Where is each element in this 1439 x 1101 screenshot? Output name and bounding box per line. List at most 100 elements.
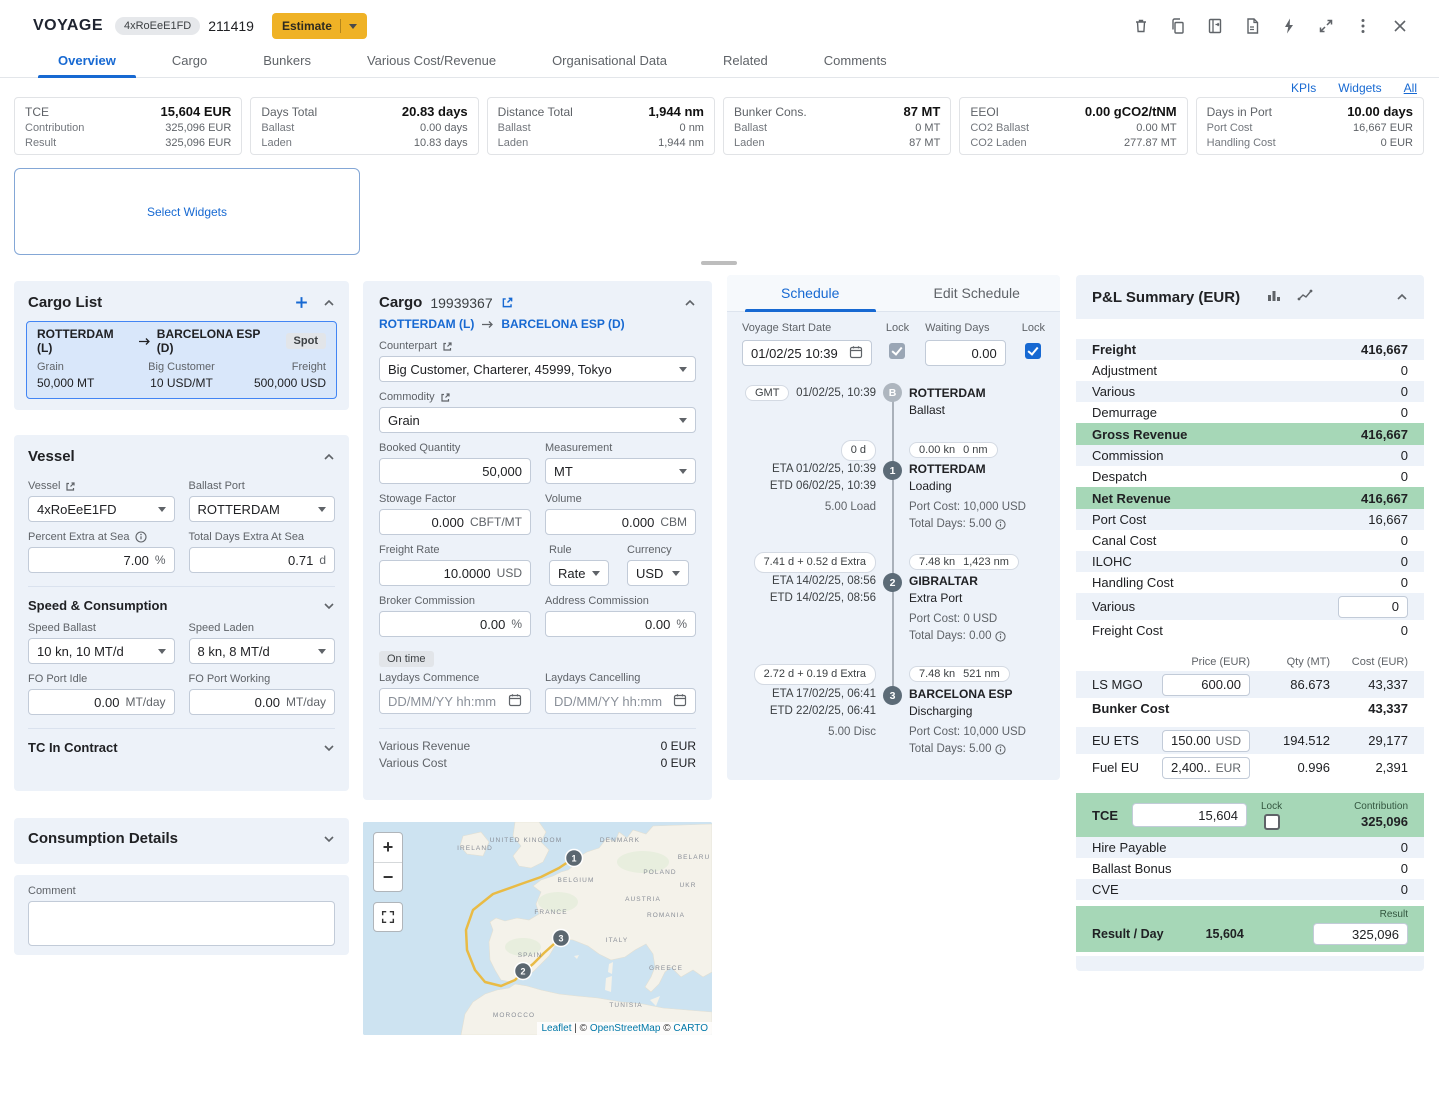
expand-icon[interactable] — [1315, 15, 1337, 37]
tab-overview[interactable]: Overview — [30, 53, 144, 77]
map-label: UNITED KINGDOM — [490, 837, 562, 844]
comment-input[interactable] — [28, 901, 335, 946]
collapse-pnl-icon[interactable] — [1396, 293, 1408, 301]
freight-rate-input[interactable] — [388, 566, 491, 581]
carto-link[interactable]: CARTO — [673, 1023, 708, 1034]
waiting-days-input[interactable] — [934, 346, 997, 361]
speed-laden-select[interactable]: 8 kn, 8 MT/d — [189, 638, 336, 664]
route-map[interactable]: UNITED KINGDOM IRELAND DENMARK BELGIUM P… — [363, 822, 712, 1035]
select-widgets-link[interactable]: Select Widgets — [147, 205, 227, 219]
map-label: DENMARK — [600, 837, 640, 844]
laydays-cancelling-input[interactable] — [554, 694, 673, 709]
measurement-select[interactable]: MT — [545, 458, 696, 484]
voyage-start-date-input[interactable] — [751, 346, 849, 361]
timeline-node-3[interactable]: 3 — [883, 686, 902, 705]
broker-commission-input[interactable] — [388, 617, 505, 632]
percent-extra-input[interactable] — [37, 553, 149, 568]
filter-kpis[interactable]: KPIs — [1291, 81, 1316, 95]
open-cargo-icon[interactable] — [501, 296, 514, 309]
expand-tc-in-contract-icon[interactable] — [323, 744, 335, 752]
info-icon[interactable] — [995, 744, 1006, 755]
tab-various-cost-revenue[interactable]: Various Cost/Revenue — [339, 53, 524, 77]
pnl-various-input[interactable] — [1347, 599, 1399, 614]
info-icon[interactable] — [995, 631, 1006, 642]
tab-related[interactable]: Related — [695, 53, 796, 77]
speed-ballast-select[interactable]: 10 kn, 10 MT/d — [28, 638, 175, 664]
fuel-eu-price-input[interactable] — [1171, 760, 1210, 775]
waiting-days-lock-checkbox[interactable] — [1025, 343, 1041, 359]
calendar-icon[interactable] — [673, 693, 687, 710]
map-marker-2[interactable]: 2 — [515, 963, 532, 980]
stowage-factor-input[interactable] — [388, 515, 464, 530]
timeline-node-1[interactable]: 1 — [883, 461, 902, 480]
expand-speed-consumption-icon[interactable] — [323, 602, 335, 610]
address-commission-input[interactable] — [554, 617, 670, 632]
start-date-lock-checkbox[interactable] — [889, 343, 905, 359]
fo-port-working-input[interactable] — [198, 695, 280, 710]
lightning-icon[interactable] — [1278, 15, 1300, 37]
tab-cargo[interactable]: Cargo — [144, 53, 235, 77]
zoom-in-button[interactable]: + — [374, 833, 402, 862]
ballast-port-select[interactable]: ROTTERDAM — [189, 496, 336, 522]
timeline-node-2[interactable]: 2 — [883, 573, 902, 592]
map-label: IRELAND — [457, 845, 493, 852]
cargo-list-item[interactable]: ROTTERDAM (L) BARCELONA ESP (D) Spot Gra… — [26, 321, 337, 399]
eu-ets-price-input[interactable] — [1171, 733, 1210, 748]
more-icon[interactable] — [1352, 15, 1374, 37]
laydays-commence-input[interactable] — [388, 694, 508, 709]
waterfall-chart-icon[interactable] — [1297, 287, 1313, 308]
tce-lock-checkbox[interactable] — [1264, 814, 1280, 830]
estimate-button[interactable]: Estimate — [272, 13, 367, 39]
leaflet-link[interactable]: Leaflet — [541, 1023, 571, 1034]
external-link-icon[interactable] — [442, 341, 453, 352]
copy-icon[interactable] — [1167, 15, 1189, 37]
bar-chart-icon[interactable] — [1266, 287, 1282, 308]
tab-edit-schedule[interactable]: Edit Schedule — [894, 275, 1061, 311]
filter-widgets[interactable]: Widgets — [1338, 81, 1381, 95]
zoom-out-button[interactable]: − — [374, 862, 402, 891]
volume-input[interactable] — [554, 515, 654, 530]
total-days-extra-input[interactable] — [198, 553, 314, 568]
timeline-node-ballast[interactable]: B — [883, 383, 902, 402]
fullscreen-button[interactable] — [373, 902, 403, 932]
journal-icon[interactable] — [1204, 15, 1226, 37]
osm-link[interactable]: OpenStreetMap — [590, 1023, 661, 1034]
result-input[interactable] — [1322, 927, 1399, 942]
info-icon[interactable] — [135, 531, 147, 543]
calendar-icon[interactable] — [508, 693, 522, 710]
commodity-label: Grain — [37, 360, 133, 375]
collapse-cargo-icon[interactable] — [684, 299, 696, 307]
origin-port-link[interactable]: ROTTERDAM (L) — [379, 317, 474, 331]
collapse-cargo-list-icon[interactable] — [323, 299, 335, 307]
currency-select[interactable]: USD — [627, 560, 689, 586]
counterpart-select[interactable]: Big Customer, Charterer, 45999, Tokyo — [379, 356, 696, 382]
tab-organisational-data[interactable]: Organisational Data — [524, 53, 695, 77]
tab-schedule[interactable]: Schedule — [727, 275, 894, 311]
vessel-select[interactable]: 4xRoEeE1FD — [28, 496, 175, 522]
calendar-icon[interactable] — [849, 345, 863, 362]
map-marker-1[interactable]: 1 — [566, 850, 583, 867]
tab-comments[interactable]: Comments — [796, 53, 915, 77]
panel-resize-handle[interactable] — [701, 261, 737, 265]
delete-icon[interactable] — [1130, 15, 1152, 37]
tce-input[interactable] — [1141, 808, 1238, 823]
booked-quantity-input[interactable] — [388, 464, 522, 479]
external-link-icon[interactable] — [65, 481, 76, 492]
fo-port-idle-input[interactable] — [37, 695, 119, 710]
map-marker-3[interactable]: 3 — [553, 930, 570, 947]
filter-all[interactable]: All — [1404, 81, 1417, 95]
cargo-panel-title: Cargo — [379, 294, 422, 311]
map-canvas: UNITED KINGDOM IRELAND DENMARK BELGIUM P… — [363, 822, 712, 1035]
close-icon[interactable] — [1389, 15, 1411, 37]
pdf-export-icon[interactable] — [1241, 15, 1263, 37]
rule-select[interactable]: Rate — [549, 560, 609, 586]
commodity-select[interactable]: Grain — [379, 407, 696, 433]
tab-bunkers[interactable]: Bunkers — [235, 53, 339, 77]
info-icon[interactable] — [995, 519, 1006, 530]
add-cargo-button[interactable] — [294, 295, 309, 310]
ls-mgo-price-input[interactable] — [1171, 677, 1241, 692]
expand-consumption-icon[interactable] — [323, 835, 335, 843]
destination-port-link[interactable]: BARCELONA ESP (D) — [501, 317, 624, 331]
collapse-vessel-icon[interactable] — [323, 453, 335, 461]
external-link-icon[interactable] — [440, 392, 451, 403]
